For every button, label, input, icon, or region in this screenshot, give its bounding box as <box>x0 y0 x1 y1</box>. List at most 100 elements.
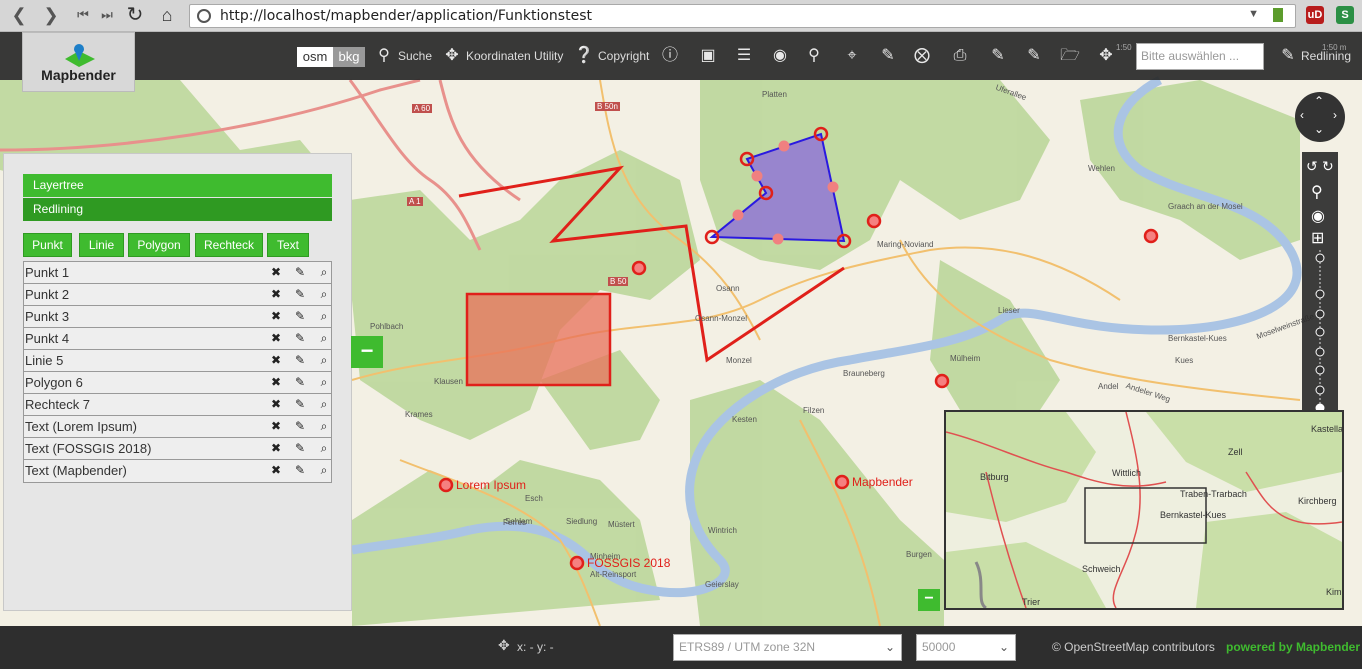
url-bar[interactable]: http://localhost/mapbender/application/F… <box>189 4 1296 28</box>
zoom-to-icon[interactable]: ⌕ <box>316 394 332 415</box>
pencil-icon[interactable]: ✎ <box>292 306 308 327</box>
delete-icon[interactable]: ✖ <box>268 394 284 415</box>
back-icon[interactable]: ❮ <box>8 4 30 26</box>
ublock-icon[interactable]: uD <box>1306 6 1324 24</box>
measure-icon[interactable]: ✎ <box>878 46 898 66</box>
redline-point[interactable] <box>1143 228 1159 244</box>
pin-icon[interactable]: ⨂ <box>912 46 932 66</box>
zoom-to-icon[interactable]: ⌕ <box>316 416 332 437</box>
first-page-icon[interactable]: ⏮ <box>72 4 94 26</box>
delete-icon[interactable]: ✖ <box>268 438 284 459</box>
map-marker-icon[interactable]: ⚲ <box>804 46 824 66</box>
home-icon[interactable]: ⌂ <box>156 4 178 26</box>
pencil-icon[interactable]: ✎ <box>292 262 308 283</box>
search-icon[interactable]: ⚲ <box>374 46 394 66</box>
delete-icon[interactable]: ✖ <box>268 416 284 437</box>
redline-rectangle[interactable] <box>465 292 612 387</box>
camera-icon[interactable]: ▣ <box>698 46 718 66</box>
rechteck-button[interactable]: Rechteck <box>195 233 263 257</box>
pencil-icon[interactable]: ✎ <box>292 328 308 349</box>
last-page-icon[interactable]: ⏭ <box>96 4 118 26</box>
feature-row[interactable]: Rechteck 7 ✖ ✎ ⌕ <box>24 394 331 416</box>
redline-point[interactable] <box>866 213 882 229</box>
pan-right-icon[interactable]: › <box>1333 108 1337 122</box>
crosshair-icon[interactable]: ✥ <box>442 46 462 66</box>
coordinates-utility-button[interactable]: Koordinaten Utility <box>466 42 563 70</box>
linie-button[interactable]: Linie <box>79 233 124 257</box>
question-icon[interactable]: ❔ <box>574 46 594 66</box>
delete-icon[interactable]: ✖ <box>268 262 284 283</box>
layer-select[interactable]: Bitte auswählen ... <box>1136 43 1264 70</box>
zoom-to-icon[interactable]: ⌕ <box>316 438 332 459</box>
zoom-to-icon[interactable]: ⌕ <box>316 460 332 481</box>
move-icon[interactable]: ✥ <box>1096 46 1116 66</box>
chevron-down-icon[interactable]: ▼ <box>1248 8 1259 20</box>
pencil-icon[interactable]: ✎ <box>292 284 308 305</box>
pan-up-icon[interactable]: ⌃ <box>1314 94 1324 108</box>
accordion-layertree[interactable]: Layertree <box>23 174 332 197</box>
info-icon[interactable]: ⓘ <box>660 46 680 66</box>
redline-point[interactable] <box>631 260 647 276</box>
accordion-redlining[interactable]: Redlining <box>23 198 332 221</box>
redline-point[interactable] <box>438 477 454 493</box>
delete-icon[interactable]: ✖ <box>268 284 284 305</box>
zoom-slider[interactable] <box>1302 250 1338 420</box>
feature-row[interactable]: Polygon 6 ✖ ✎ ⌕ <box>24 372 331 394</box>
polygon-button[interactable]: Polygon <box>128 233 190 257</box>
feature-row[interactable]: Punkt 2 ✖ ✎ ⌕ <box>24 284 331 306</box>
list-icon[interactable]: ☰ <box>734 46 754 66</box>
delete-icon[interactable]: ✖ <box>268 306 284 327</box>
pencil-icon[interactable]: ✎ <box>292 394 308 415</box>
copyright-button[interactable]: Copyright <box>598 42 649 70</box>
zoom-to-icon[interactable]: ⌕ <box>316 306 332 327</box>
pencil-icon[interactable]: ✎ <box>292 438 308 459</box>
pencil-icon[interactable]: ✎ <box>292 460 308 481</box>
pan-down-icon[interactable]: ⌄ <box>1314 122 1324 136</box>
undo-icon[interactable]: ↺ <box>1306 158 1318 175</box>
bg-osm-button[interactable]: osm <box>297 47 333 67</box>
zoom-to-icon[interactable]: ⌕ <box>316 372 332 393</box>
extension-s-icon[interactable]: S <box>1336 6 1354 24</box>
feature-row[interactable]: Linie 5 ✖ ✎ ⌕ <box>24 350 331 372</box>
delete-icon[interactable]: ✖ <box>268 350 284 371</box>
scale-select[interactable]: 50000 ⌄ <box>916 634 1016 661</box>
bg-bkg-button[interactable]: bkg <box>333 47 365 67</box>
forward-icon[interactable]: ❯ <box>40 4 62 26</box>
pan-control[interactable]: ⌃ ⌄ ‹ › <box>1295 92 1345 142</box>
feature-row[interactable]: Punkt 1 ✖ ✎ ⌕ <box>24 262 331 284</box>
punkt-button[interactable]: Punkt <box>23 233 72 257</box>
zoom-to-icon[interactable]: ⌕ <box>316 262 332 283</box>
feature-row[interactable]: Punkt 4 ✖ ✎ ⌕ <box>24 328 331 350</box>
folder-open-icon[interactable]: 🗁 <box>1060 46 1080 66</box>
crop-icon[interactable]: ⌖ <box>842 46 862 66</box>
search-button[interactable]: Suche <box>398 42 432 70</box>
redlining-icon[interactable]: ✎ <box>1278 46 1298 66</box>
pencil-icon[interactable]: ✎ <box>292 350 308 371</box>
pencil-icon[interactable]: ✎ <box>292 372 308 393</box>
edit-icon[interactable]: ✎ <box>988 46 1008 66</box>
overview-collapse-button[interactable]: − <box>918 589 940 611</box>
srs-select[interactable]: ETRS89 / UTM zone 32N ⌄ <box>673 634 902 661</box>
reload-icon[interactable]: ↻ <box>124 4 146 26</box>
delete-icon[interactable]: ✖ <box>268 372 284 393</box>
feature-row[interactable]: Text (Lorem Ipsum) ✖ ✎ ⌕ <box>24 416 331 438</box>
bookmark-icon[interactable] <box>1273 8 1283 22</box>
redline-point[interactable] <box>834 474 850 490</box>
print-icon[interactable]: ⎙ <box>950 46 970 66</box>
zoom-to-icon[interactable]: ⌕ <box>316 350 332 371</box>
zoom-in-icon[interactable]: ⊞ <box>1311 228 1324 248</box>
redline-point[interactable] <box>569 555 585 571</box>
delete-icon[interactable]: ✖ <box>268 328 284 349</box>
delete-icon[interactable]: ✖ <box>268 460 284 481</box>
globe-icon[interactable]: ◉ <box>770 46 790 66</box>
feature-row[interactable]: Punkt 3 ✖ ✎ ⌕ <box>24 306 331 328</box>
text-button[interactable]: Text <box>267 233 309 257</box>
overview-map[interactable]: Kastellaun Zell Wittlich Traben-Trarbach… <box>944 410 1344 610</box>
zoom-world-icon[interactable]: ◉ <box>1311 206 1325 226</box>
pan-left-icon[interactable]: ‹ <box>1300 108 1304 122</box>
sidebar-collapse-button[interactable]: − <box>351 336 383 368</box>
edit-alt-icon[interactable]: ✎ <box>1024 46 1044 66</box>
redo-icon[interactable]: ↻ <box>1322 158 1334 175</box>
powered-by-link[interactable]: powered by Mapbender <box>1226 640 1360 654</box>
zoom-to-icon[interactable]: ⌕ <box>316 328 332 349</box>
